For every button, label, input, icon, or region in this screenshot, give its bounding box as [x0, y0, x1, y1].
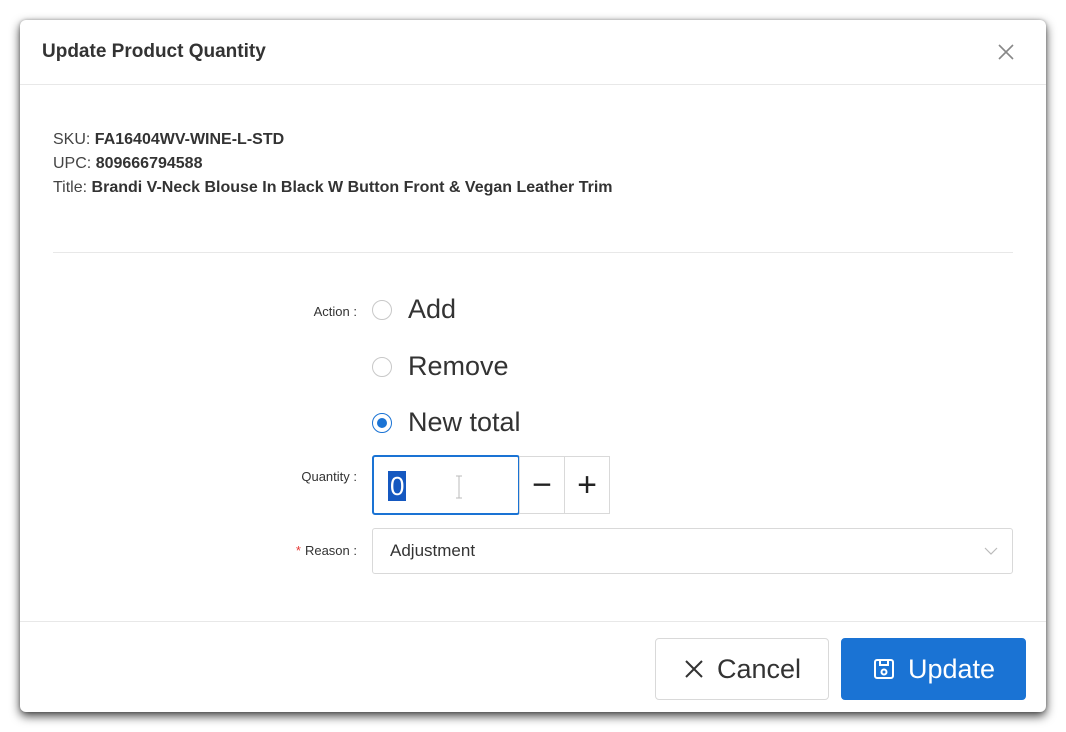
close-icon — [683, 658, 705, 680]
upc-value: 809666794588 — [95, 155, 203, 172]
action-option-label: Remove — [408, 351, 509, 381]
chevron-down-icon — [984, 547, 998, 555]
dialog-header: Update Product Quantity — [20, 20, 1046, 85]
sku-line: SKU: FA16404WV-WINE-L-STD — [53, 128, 613, 152]
save-icon — [872, 657, 896, 681]
radio-remove[interactable] — [372, 356, 392, 377]
required-marker: * — [295, 543, 301, 558]
cancel-button[interactable]: Cancel — [655, 638, 829, 700]
action-option-label: New total — [408, 407, 521, 437]
dialog-title: Update Product Quantity — [42, 41, 266, 62]
sku-value: FA16404WV-WINE-L-STD — [94, 131, 285, 148]
upc-label: UPC: — [53, 155, 92, 172]
radio-new-total[interactable] — [372, 412, 392, 433]
action-option-new-total[interactable]: New total — [372, 407, 521, 438]
decrement-button[interactable]: − — [519, 456, 565, 514]
reason-label: Reason : — [304, 543, 357, 558]
update-label: Update — [907, 653, 996, 684]
action-option-label: Add — [408, 294, 457, 324]
close-icon — [998, 44, 1014, 60]
update-quantity-dialog: Update Product Quantity SKU: FA16404WV-W… — [20, 20, 1046, 712]
title-value: Brandi V-Neck Blouse In Black W Button F… — [91, 179, 613, 196]
close-button[interactable] — [996, 42, 1020, 66]
product-info: SKU: FA16404WV-WINE-L-STD UPC: 809666794… — [53, 128, 613, 200]
title-label: Title: — [53, 179, 88, 196]
action-option-remove[interactable]: Remove — [372, 351, 509, 382]
quantity-input[interactable]: 0 — [372, 455, 520, 515]
action-label: Action : — [313, 304, 357, 319]
action-option-add[interactable]: Add — [372, 294, 456, 325]
sku-label: SKU: — [53, 131, 91, 148]
reason-select[interactable]: Adjustment — [372, 528, 1013, 574]
quantity-value: 0 — [388, 471, 407, 501]
footer-divider — [20, 621, 1046, 622]
upc-line: UPC: 809666794588 — [53, 152, 613, 176]
update-button[interactable]: Update — [841, 638, 1026, 700]
reason-label-group: * Reason : — [217, 543, 357, 558]
quantity-label: Quantity : — [301, 469, 357, 484]
reason-selected-value: Adjustment — [390, 541, 476, 560]
title-line: Title: Brandi V-Neck Blouse In Black W B… — [53, 176, 613, 200]
info-divider — [53, 252, 1013, 253]
text-cursor-icon — [456, 475, 462, 499]
increment-button[interactable]: + — [564, 456, 610, 514]
radio-add[interactable] — [372, 299, 392, 320]
cancel-label: Cancel — [716, 653, 802, 684]
